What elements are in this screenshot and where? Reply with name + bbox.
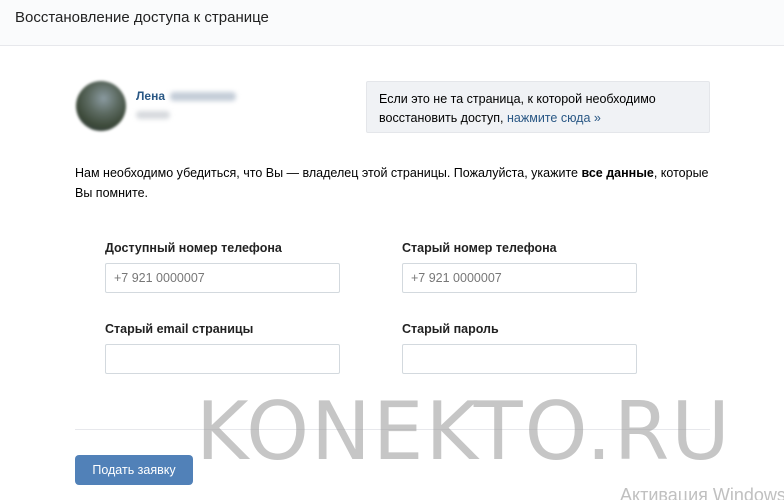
click-here-link[interactable]: нажмите сюда » — [507, 111, 601, 125]
old-email-label: Старый email страницы — [105, 322, 254, 336]
user-name[interactable]: Лена — [136, 89, 165, 103]
avatar[interactable] — [76, 81, 126, 131]
watermark: KONEKTO.RU — [196, 385, 732, 478]
submit-request-button[interactable]: Подать заявку — [75, 455, 193, 485]
instructions-bold: все данные — [581, 166, 654, 180]
user-surname-blurred — [170, 92, 236, 101]
instructions-text: Нам необходимо убедиться, что Вы — владе… — [75, 163, 715, 203]
page-header: Восстановление доступа к странице — [0, 0, 784, 46]
user-subtitle-blurred — [136, 111, 170, 119]
available-phone-input[interactable] — [105, 263, 340, 293]
old-password-input[interactable] — [402, 344, 637, 374]
page-title: Восстановление доступа к странице — [15, 9, 269, 26]
old-phone-input[interactable] — [402, 263, 637, 293]
windows-activation-overlay: Активация Windows — [620, 485, 784, 500]
old-phone-label: Старый номер телефона — [402, 241, 557, 255]
not-my-page-notice: Если это не та страница, к которой необх… — [366, 81, 710, 133]
available-phone-label: Доступный номер телефона — [105, 241, 282, 255]
instructions-part-1: Нам необходимо убедиться, что Вы — владе… — [75, 166, 582, 180]
old-email-input[interactable] — [105, 344, 340, 374]
old-password-label: Старый пароль — [402, 322, 499, 336]
